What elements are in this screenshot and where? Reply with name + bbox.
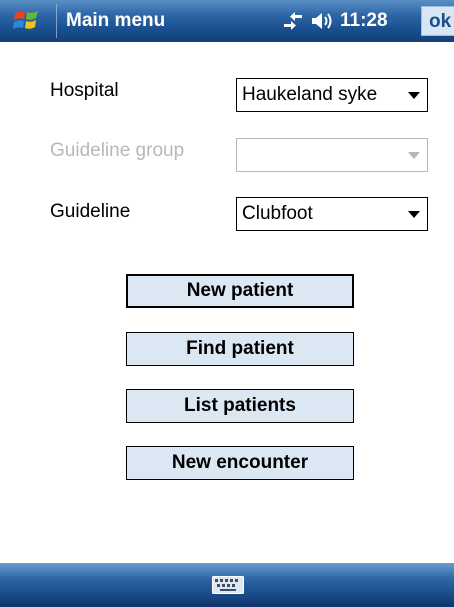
chevron-down-icon bbox=[408, 92, 420, 99]
clock-time: 11:28 bbox=[340, 10, 388, 31]
keyboard-icon[interactable] bbox=[212, 576, 244, 594]
windows-start-icon[interactable] bbox=[12, 7, 42, 35]
volume-icon[interactable] bbox=[310, 10, 336, 32]
list-patients-button[interactable]: List patients bbox=[126, 389, 354, 423]
guideline-label: Guideline bbox=[50, 201, 131, 222]
chevron-down-icon bbox=[408, 211, 420, 218]
connectivity-icon[interactable] bbox=[280, 10, 306, 32]
guideline-select-value: Clubfoot bbox=[242, 203, 313, 224]
hospital-select[interactable]: Haukeland syke bbox=[236, 78, 428, 112]
ok-button[interactable]: ok bbox=[421, 6, 454, 36]
new-patient-button[interactable]: New patient bbox=[126, 274, 354, 308]
new-encounter-button[interactable]: New encounter bbox=[126, 446, 354, 480]
title-bar: Main menu 11:28 ok bbox=[0, 0, 454, 42]
title-divider bbox=[56, 4, 57, 38]
chevron-down-icon bbox=[408, 152, 420, 159]
find-patient-button[interactable]: Find patient bbox=[126, 332, 354, 366]
guideline-group-select bbox=[236, 138, 428, 172]
hospital-label: Hospital bbox=[50, 80, 119, 101]
guideline-select[interactable]: Clubfoot bbox=[236, 197, 428, 231]
guideline-group-label: Guideline group bbox=[50, 140, 185, 161]
window-title: Main menu bbox=[66, 10, 166, 31]
hospital-select-value: Haukeland syke bbox=[242, 84, 378, 105]
menu-bar bbox=[0, 563, 454, 607]
